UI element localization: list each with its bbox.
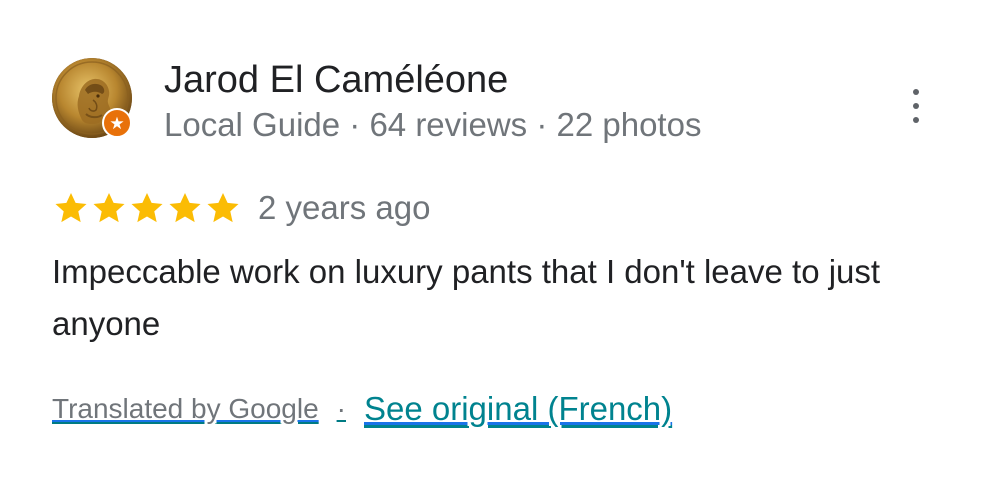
see-original-link[interactable]: See original (French) [364, 390, 672, 428]
star-icon [55, 192, 87, 223]
translation-row: Translated by Google · See original (Fre… [52, 384, 672, 434]
star-rating [52, 189, 242, 227]
more-vert-icon [913, 89, 919, 123]
separator-dot: · [336, 393, 346, 424]
review-text: Impeccable work on luxury pants that I d… [52, 253, 881, 342]
author-meta[interactable]: Local Guide · 64 reviews · 22 photos [164, 104, 701, 146]
star-icon: ★ [109, 113, 125, 133]
star-icon [207, 192, 239, 223]
review-card: ★ Jarod El Caméléone Local Guide · 64 re… [0, 0, 988, 487]
star-icon [169, 192, 201, 223]
local-guide-badge: ★ [102, 108, 132, 138]
star-icon [131, 192, 163, 223]
more-options-button[interactable] [896, 84, 936, 128]
star-icon [93, 192, 125, 223]
review-date: 2 years ago [258, 189, 431, 226]
author-avatar-container[interactable]: ★ [52, 58, 134, 140]
translated-by-label: Translated by Google [52, 393, 319, 424]
author-name[interactable]: Jarod El Caméléone [164, 58, 508, 102]
rating-row: 2 years ago [52, 186, 430, 230]
